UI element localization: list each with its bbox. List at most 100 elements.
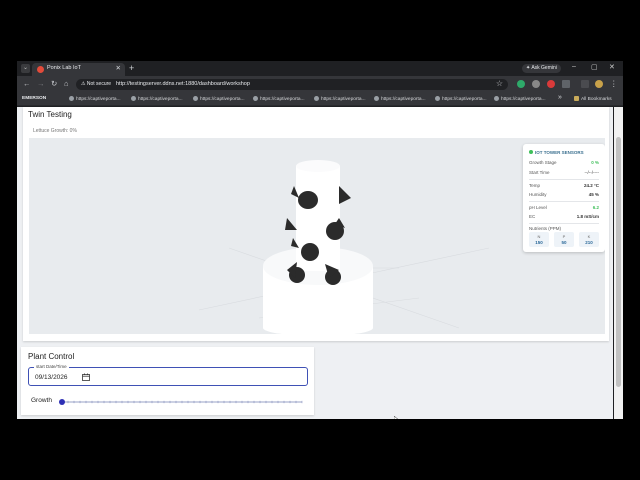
dashboard-page: Twin Testing Lettuce Growth: 0% IOT TOWE… bbox=[17, 107, 613, 419]
humidity-row: Humidity 45 % bbox=[529, 192, 599, 198]
start-date-legend: start Date/Time bbox=[34, 364, 69, 369]
back-arrow-icon[interactable]: ← bbox=[23, 79, 31, 89]
reload-icon[interactable]: ↻ bbox=[51, 79, 57, 89]
side-panel-icon[interactable] bbox=[581, 80, 589, 88]
slider-ticks bbox=[61, 400, 303, 404]
tab-search-chevron-down-icon[interactable]: ⌄ bbox=[21, 64, 30, 73]
browser-toolbar: ← → ↻ ⌂ ⚠ Not secure http://testingserve… bbox=[17, 76, 623, 93]
temp-label: Temp bbox=[529, 183, 541, 188]
temp-value: 24.2 °C bbox=[583, 183, 599, 188]
plant-control-title: Plant Control bbox=[28, 352, 75, 361]
bookmark-label: https://captiveporta... bbox=[321, 97, 366, 102]
bookmark-item[interactable]: https://captiveporta... bbox=[69, 96, 121, 102]
ec-row: EC 1.8 mS/cm bbox=[529, 214, 599, 220]
mouse-cursor-icon bbox=[394, 416, 399, 419]
start-date-value[interactable]: 09/13/2026 bbox=[35, 374, 68, 381]
nutrient-n-label: N bbox=[537, 234, 541, 239]
bookmark-item[interactable]: https://captiveporta... bbox=[435, 96, 487, 102]
globe-icon bbox=[314, 96, 319, 101]
divider bbox=[529, 223, 599, 224]
bookmark-label: https://captiveporta... bbox=[200, 97, 245, 102]
profile-avatar[interactable] bbox=[595, 80, 603, 88]
growth-stage-value: 0 % bbox=[591, 160, 599, 165]
nutrient-p-label: P bbox=[562, 234, 566, 239]
plant-control-card: Plant Control start Date/Time 09/13/2026… bbox=[21, 347, 314, 415]
tab-strip: ⌄ Ponix Lab IoT ✕ + ✦ Ask Gemini – ▢ ✕ bbox=[17, 61, 623, 76]
temp-row: Temp 24.2 °C bbox=[529, 183, 599, 189]
home-icon[interactable]: ⌂ bbox=[64, 79, 69, 89]
scrollbar-thumb[interactable] bbox=[616, 137, 621, 387]
twin-title: Twin Testing bbox=[28, 110, 72, 119]
bookmark-item[interactable]: https://captiveporta... bbox=[193, 96, 245, 102]
ec-label: EC bbox=[529, 214, 536, 219]
bookmark-item[interactable]: https://captiveporta... bbox=[494, 96, 546, 102]
growth-slider-thumb[interactable] bbox=[59, 399, 65, 405]
divider bbox=[529, 201, 599, 202]
globe-icon bbox=[435, 96, 440, 101]
nutrients-label: Nutrients (PPM) bbox=[529, 226, 562, 231]
extension-gray-icon[interactable] bbox=[532, 80, 540, 88]
ph-value: 6.2 bbox=[592, 205, 599, 210]
bookmark-star-icon[interactable]: ☆ bbox=[496, 79, 503, 88]
ph-row: pH Level 6.2 bbox=[529, 205, 599, 211]
globe-icon bbox=[494, 96, 499, 101]
forward-arrow-icon[interactable]: → bbox=[37, 79, 45, 89]
folder-icon bbox=[574, 96, 579, 101]
browser-window: ⌄ Ponix Lab IoT ✕ + ✦ Ask Gemini – ▢ ✕ ←… bbox=[17, 61, 623, 419]
globe-icon bbox=[69, 96, 74, 101]
address-bar[interactable]: ⚠ Not secure http://testingserver.ddns.n… bbox=[76, 79, 508, 90]
maximize-button[interactable]: ▢ bbox=[591, 63, 598, 71]
close-window-button[interactable]: ✕ bbox=[609, 63, 615, 71]
bookmark-item[interactable]: https://captiveporta... bbox=[131, 96, 183, 102]
divider bbox=[529, 179, 599, 180]
bookmark-item[interactable]: https://captiveporta... bbox=[374, 96, 426, 102]
start-time-label: Start Time bbox=[529, 170, 550, 175]
sensor-panel-header: IOT TOWER SENSORS bbox=[529, 150, 584, 155]
minimize-button[interactable]: – bbox=[572, 63, 576, 70]
growth-slider[interactable] bbox=[59, 399, 304, 405]
iot-sensor-panel: IOT TOWER SENSORS Growth Stage 0 % Start … bbox=[523, 144, 605, 252]
extension-green-icon[interactable] bbox=[517, 80, 525, 88]
growth-stage-row: Growth Stage 0 % bbox=[529, 160, 599, 166]
bookmark-item[interactable]: https://captiveporta... bbox=[314, 96, 366, 102]
more-menu-icon[interactable]: ⋮ bbox=[610, 79, 618, 89]
lettuce-growth-text: Lettuce Growth: 0% bbox=[33, 128, 77, 134]
bookmark-label: https://captiveporta... bbox=[138, 97, 183, 102]
nutrient-k-value: 210 bbox=[585, 240, 593, 245]
not-secure-badge[interactable]: ⚠ Not secure bbox=[81, 81, 111, 87]
all-bookmarks-button[interactable]: All Bookmarks bbox=[574, 96, 612, 102]
bookmark-label: https://captiveporta... bbox=[501, 97, 546, 102]
ask-gemini-label: Ask Gemini bbox=[531, 65, 557, 71]
nutrient-p-box: P 50 bbox=[554, 232, 574, 247]
ask-gemini-button[interactable]: ✦ Ask Gemini bbox=[522, 64, 561, 73]
browser-tab[interactable]: Ponix Lab IoT ✕ bbox=[32, 63, 125, 76]
start-time-row: Start Time --/--/---- bbox=[529, 170, 599, 176]
growth-slider-label: Growth bbox=[31, 397, 52, 404]
nutrient-n-box: N 150 bbox=[529, 232, 549, 247]
bookmark-emerson[interactable]: EMERSON bbox=[22, 96, 46, 101]
extension-red-icon[interactable] bbox=[547, 80, 555, 88]
page-scrollbar[interactable] bbox=[614, 107, 623, 419]
bookmark-label: https://captiveporta... bbox=[76, 97, 121, 102]
all-bookmarks-label: All Bookmarks bbox=[581, 97, 612, 102]
start-date-field[interactable]: start Date/Time 09/13/2026 bbox=[28, 364, 308, 386]
bookmarks-bar: EMERSON https://captiveporta... https://… bbox=[17, 93, 623, 106]
nutrient-k-box: K 210 bbox=[579, 232, 599, 247]
ponix-favicon-icon bbox=[37, 66, 44, 73]
url-text[interactable]: http://testingserver.ddns.net:1880/dashb… bbox=[116, 81, 250, 87]
growth-stage-label: Growth Stage bbox=[529, 160, 557, 165]
3d-tower-viewport[interactable]: IOT TOWER SENSORS Growth Stage 0 % Start … bbox=[29, 138, 605, 334]
new-tab-button[interactable]: + bbox=[129, 63, 134, 73]
close-tab-icon[interactable]: ✕ bbox=[116, 64, 121, 72]
ph-label: pH Level bbox=[529, 205, 547, 210]
bookmark-label: https://captiveporta... bbox=[381, 97, 426, 102]
not-secure-label: Not secure bbox=[86, 81, 112, 87]
tab-title: Ponix Lab IoT bbox=[47, 65, 81, 71]
calendar-icon[interactable] bbox=[82, 373, 90, 381]
humidity-label: Humidity bbox=[529, 192, 547, 197]
bookmark-label: https://captiveporta... bbox=[442, 97, 487, 102]
bookmarks-overflow-chevron[interactable]: » bbox=[558, 94, 562, 101]
bookmark-item[interactable]: https://captiveporta... bbox=[253, 96, 305, 102]
extensions-puzzle-icon[interactable] bbox=[562, 80, 570, 88]
nutrient-p-value: 50 bbox=[561, 240, 567, 245]
